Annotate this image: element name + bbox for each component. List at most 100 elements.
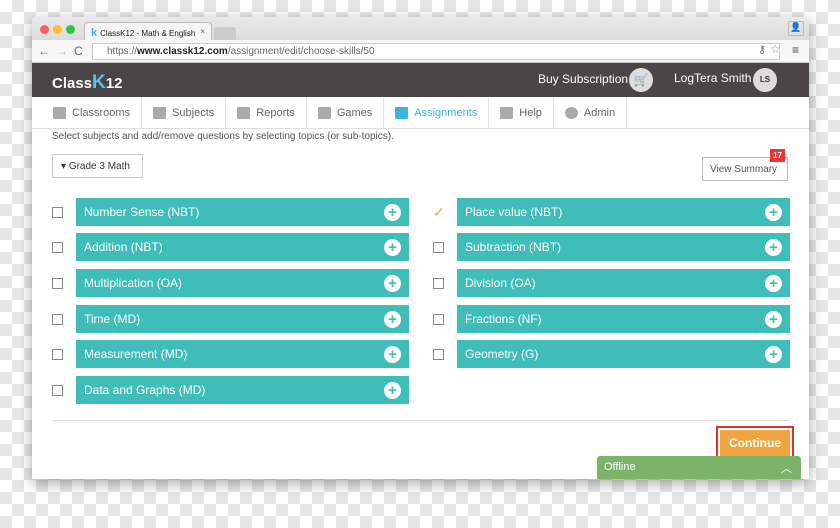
subjects-grid-icon bbox=[153, 106, 167, 119]
close-window-button[interactable] bbox=[40, 25, 49, 34]
topic-checkbox[interactable] bbox=[52, 313, 63, 325]
menu-icon[interactable]: ≡ bbox=[792, 43, 799, 57]
topic-label: Geometry (G) bbox=[465, 347, 539, 361]
grade-dropdown[interactable]: ▾ Grade 3 Math bbox=[52, 154, 143, 178]
browser-tab[interactable]: k ClassK12 - Math & English × bbox=[84, 22, 212, 40]
plus-icon[interactable]: + bbox=[765, 345, 782, 363]
topic-tile[interactable]: Division (OA) + bbox=[457, 269, 790, 297]
topic-row: Time (MD) + bbox=[52, 305, 409, 333]
buy-subscription-link[interactable]: Buy Subscription bbox=[538, 72, 628, 86]
plus-icon[interactable]: + bbox=[765, 203, 782, 221]
plus-icon[interactable]: + bbox=[384, 381, 401, 399]
plus-icon[interactable]: + bbox=[765, 238, 782, 256]
plus-icon[interactable]: + bbox=[384, 203, 401, 221]
continue-button[interactable]: Continue bbox=[720, 430, 790, 457]
nav-subjects[interactable]: Subjects bbox=[142, 97, 227, 128]
plus-icon[interactable]: + bbox=[384, 238, 401, 256]
bookmark-star-icon[interactable]: ☆ bbox=[770, 42, 781, 56]
grade-value: Grade 3 Math bbox=[68, 161, 130, 172]
topic-checkbox[interactable] bbox=[52, 241, 63, 253]
classk12-logo[interactable]: ClassK12 bbox=[52, 72, 122, 94]
topic-label: Place value (NBT) bbox=[465, 205, 563, 219]
topic-checkbox[interactable] bbox=[433, 241, 444, 253]
topic-tile[interactable]: Time (MD) + bbox=[76, 305, 409, 333]
topic-checkbox[interactable] bbox=[52, 206, 63, 218]
topic-checkbox[interactable] bbox=[52, 348, 63, 360]
key-icon[interactable]: ⚷ bbox=[758, 43, 766, 56]
topic-row: Multiplication (OA) + bbox=[52, 269, 409, 297]
topic-row: Number Sense (NBT) + bbox=[52, 198, 409, 226]
plus-icon[interactable]: + bbox=[765, 274, 782, 292]
topic-checkbox[interactable] bbox=[52, 277, 63, 289]
checkmark-icon[interactable]: ✓ bbox=[433, 205, 445, 219]
nav-reports[interactable]: Reports bbox=[226, 97, 307, 128]
tab-title: ClassK12 - Math & English bbox=[100, 29, 196, 38]
topic-label: Division (OA) bbox=[465, 276, 536, 290]
url-input[interactable]: https://www.classk12.com/assignment/edit… bbox=[92, 43, 780, 60]
main-nav: Classrooms Subjects Reports Games Assign… bbox=[32, 97, 809, 129]
instructions: Select subjects and add/remove questions… bbox=[52, 131, 394, 142]
browser-window: k ClassK12 - Math & English × 👤 ← → C http… bbox=[32, 17, 809, 479]
cart-icon[interactable]: 🛒 bbox=[629, 68, 653, 92]
assignments-icon bbox=[395, 106, 409, 119]
nav-admin[interactable]: Admin bbox=[554, 97, 628, 128]
nav-help[interactable]: Help bbox=[489, 97, 554, 128]
chevron-up-icon[interactable]: ︿ bbox=[781, 460, 792, 476]
new-tab-button[interactable] bbox=[214, 27, 236, 40]
topic-label: Fractions (NF) bbox=[465, 312, 542, 326]
tab-close-icon[interactable]: × bbox=[200, 27, 205, 36]
topic-row: Division (OA) + bbox=[433, 269, 790, 297]
nav-classrooms[interactable]: Classrooms bbox=[42, 97, 143, 128]
minimize-window-button[interactable] bbox=[53, 25, 62, 34]
plus-icon[interactable]: + bbox=[384, 310, 401, 328]
topic-tile[interactable]: Data and Graphs (MD) + bbox=[76, 376, 409, 404]
url-path: /assignment/edit/choose-skills/50 bbox=[227, 46, 375, 57]
url-prefix: https:// bbox=[107, 46, 138, 57]
plus-icon[interactable]: + bbox=[384, 274, 401, 292]
topic-label: Number Sense (NBT) bbox=[84, 205, 200, 219]
topic-checkbox[interactable] bbox=[433, 348, 444, 360]
divider bbox=[52, 420, 789, 421]
reports-icon bbox=[237, 106, 251, 119]
topic-tile[interactable]: Fractions (NF) + bbox=[457, 305, 790, 333]
profile-icon[interactable]: 👤 bbox=[788, 21, 804, 36]
topic-row: Measurement (MD) + bbox=[52, 340, 409, 368]
admin-user-icon bbox=[564, 106, 578, 119]
view-summary-button[interactable]: View Summary 17 bbox=[702, 149, 788, 181]
summary-count-badge: 17 bbox=[770, 149, 785, 162]
topic-tile[interactable]: Geometry (G) + bbox=[457, 340, 790, 368]
offline-chat-bar[interactable]: Offline ︿ bbox=[597, 456, 801, 479]
topic-checkbox[interactable] bbox=[52, 384, 63, 396]
topic-checkbox[interactable] bbox=[433, 313, 444, 325]
topic-checkbox[interactable] bbox=[433, 277, 444, 289]
maximize-window-button[interactable] bbox=[66, 25, 75, 34]
gamepad-icon bbox=[317, 106, 331, 119]
topic-row: Subtraction (NBT) + bbox=[433, 233, 790, 261]
avatar[interactable]: LS bbox=[753, 68, 777, 92]
topic-label: Multiplication (OA) bbox=[84, 276, 183, 290]
help-icon bbox=[500, 106, 514, 119]
user-name[interactable]: LogTera Smith bbox=[674, 71, 751, 85]
topic-label: Addition (NBT) bbox=[84, 240, 163, 254]
url-domain: www.classk12.com bbox=[137, 46, 228, 57]
topic-label: Measurement (MD) bbox=[84, 347, 188, 361]
tab-bar: k ClassK12 - Math & English × 👤 bbox=[32, 17, 809, 40]
classrooms-icon bbox=[53, 106, 66, 119]
nav-assignments[interactable]: Assignments bbox=[384, 97, 490, 128]
topic-row: Addition (NBT) + bbox=[52, 233, 409, 261]
topic-tile[interactable]: Measurement (MD) + bbox=[76, 340, 409, 368]
nav-games[interactable]: Games bbox=[307, 97, 385, 128]
site-header: ClassK12 Buy Subscription 🛒 LogTera Smit… bbox=[32, 63, 809, 97]
reload-icon[interactable]: C bbox=[74, 44, 83, 58]
forward-icon[interactable]: → bbox=[56, 44, 68, 58]
classk12-favicon-icon: k bbox=[91, 27, 98, 39]
topic-tile[interactable]: Addition (NBT) + bbox=[76, 233, 409, 261]
back-icon[interactable]: ← bbox=[38, 44, 50, 58]
topic-row: ✓ Place value (NBT) + bbox=[433, 198, 790, 226]
plus-icon[interactable]: + bbox=[384, 345, 401, 363]
plus-icon[interactable]: + bbox=[765, 310, 782, 328]
topic-tile[interactable]: Subtraction (NBT) + bbox=[457, 233, 790, 261]
topic-tile[interactable]: Number Sense (NBT) + bbox=[76, 198, 409, 226]
topic-tile[interactable]: Multiplication (OA) + bbox=[76, 269, 409, 297]
topic-tile[interactable]: Place value (NBT) + bbox=[457, 198, 790, 226]
